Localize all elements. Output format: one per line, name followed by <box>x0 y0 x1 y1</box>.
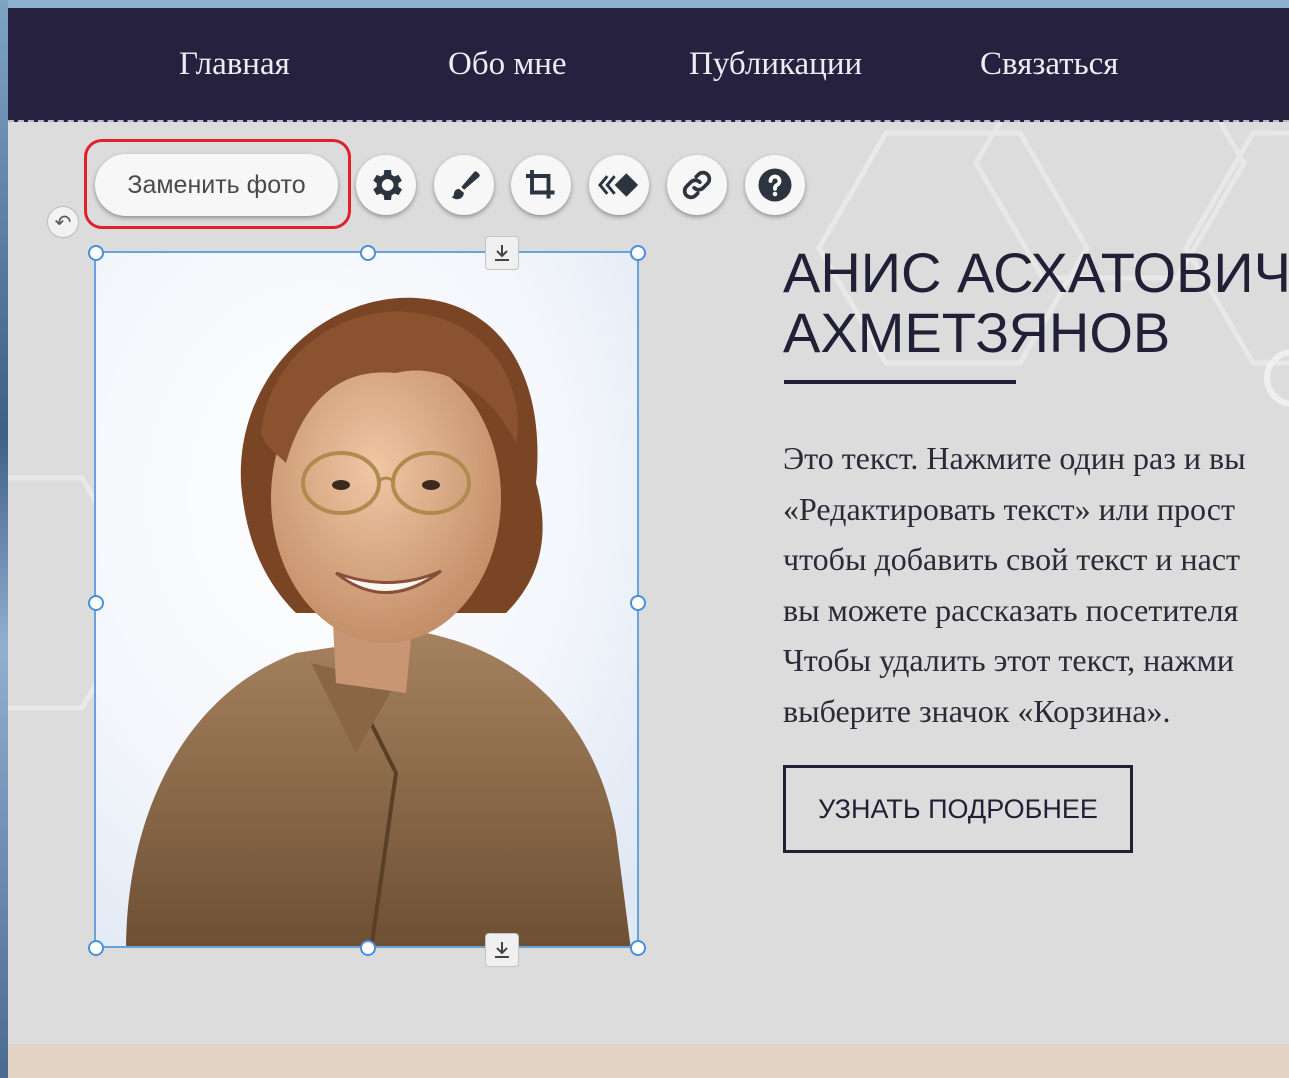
heading-underline <box>784 380 1016 384</box>
help-button[interactable] <box>745 155 805 215</box>
link-icon <box>682 170 712 200</box>
resize-handle-top-right[interactable] <box>630 245 646 261</box>
learn-more-button[interactable]: УЗНАТЬ ПОДРОБНЕЕ <box>783 765 1133 853</box>
profile-photo[interactable] <box>94 251 639 948</box>
hero-name-line-2: АХМЕТЗЯНОВ <box>783 301 1171 364</box>
settings-button[interactable] <box>356 155 416 215</box>
resize-handle-top[interactable] <box>360 245 376 261</box>
help-icon <box>758 168 792 202</box>
site-canvas: Главная Обо мне Публикации Связаться Зам… <box>8 8 1289 1078</box>
site-nav-bar: Главная Обо мне Публикации Связаться <box>8 8 1289 122</box>
window-left-edge <box>0 0 8 1078</box>
resize-handle-right[interactable] <box>630 595 646 611</box>
design-button[interactable] <box>434 155 494 215</box>
undo-icon: ↶ <box>54 211 72 234</box>
hero-paragraph[interactable]: Это текст. Нажмите один раз и вы «Редакт… <box>783 433 1289 736</box>
nav-item-home[interactable]: Главная <box>179 46 290 83</box>
hero-name-heading[interactable]: АНИС АСХАТОВИЧ АХМЕТЗЯНОВ <box>783 243 1289 363</box>
resize-handle-top-left[interactable] <box>88 245 104 261</box>
crop-icon <box>526 170 555 199</box>
animation-button[interactable] <box>589 155 649 215</box>
nav-item-contact[interactable]: Связаться <box>980 46 1118 83</box>
hero-name-line-1: АНИС АСХАТОВИЧ <box>783 241 1289 304</box>
nav-item-about[interactable]: Обо мне <box>448 46 567 83</box>
nav-item-publications[interactable]: Публикации <box>689 46 862 83</box>
download-arrow-icon <box>495 245 509 261</box>
annotation-highlight-box <box>84 139 351 229</box>
gear-icon <box>373 170 402 200</box>
resize-handle-bottom-left[interactable] <box>88 940 104 956</box>
resize-handle-left[interactable] <box>88 595 104 611</box>
undo-button[interactable]: ↶ <box>47 206 79 238</box>
link-button[interactable] <box>667 155 727 215</box>
brush-icon <box>451 171 480 200</box>
resize-handle-bottom-right[interactable] <box>630 940 646 956</box>
animation-icon <box>598 173 639 197</box>
resize-handle-bottom[interactable] <box>360 940 376 956</box>
stretch-bottom-button[interactable] <box>485 933 519 967</box>
next-section-strip <box>8 1044 1289 1078</box>
download-arrow-icon <box>495 942 509 958</box>
profile-photo-image <box>96 253 637 946</box>
crop-button[interactable] <box>511 155 571 215</box>
stretch-top-button[interactable] <box>485 236 519 270</box>
